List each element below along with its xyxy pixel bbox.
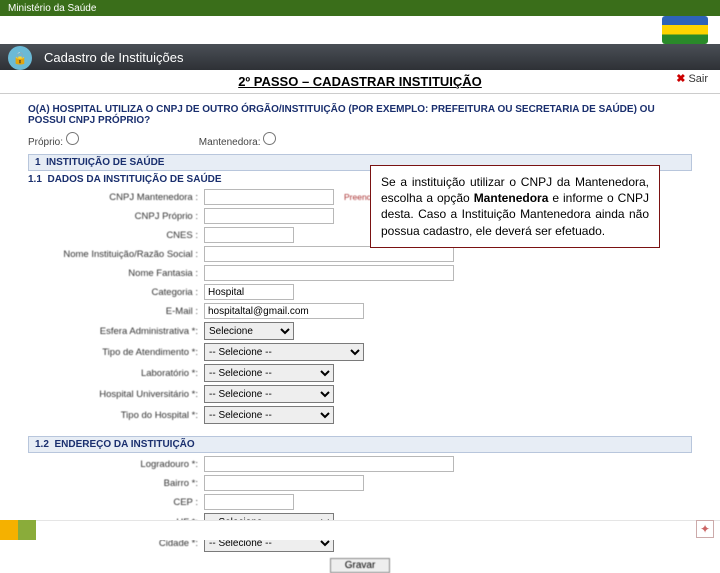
label-laboratorio: Laboratório *: (28, 368, 198, 379)
input-cnpj-mant[interactable] (204, 189, 334, 205)
label-esfera: Esfera Administrativa *: (28, 326, 198, 337)
label-tipo-atend: Tipo de Atendimento *: (28, 347, 198, 358)
save-button[interactable]: Gravar (330, 558, 391, 573)
cnpj-question: O(A) HOSPITAL UTILIZA O CNPJ DE OUTRO ÓR… (28, 104, 692, 126)
label-email: E-Mail : (28, 306, 198, 317)
gov-topbar: Ministério da Saúde (0, 0, 720, 16)
cnpj-radio-row: Próprio: Mantenedora: (28, 132, 692, 148)
input-bairro[interactable] (204, 475, 364, 491)
ministry-label: Ministério da Saúde (8, 3, 96, 14)
label-fantasia: Nome Fantasia : (28, 268, 198, 279)
label-cep: CEP : (28, 497, 198, 508)
label-hosp-univ: Hospital Universitário *: (28, 389, 198, 400)
select-esfera[interactable]: Selecione (204, 322, 294, 340)
label-categoria: Categoria : (28, 287, 198, 298)
input-categoria[interactable] (204, 284, 294, 300)
label-cnpj-prop: CNPJ Próprio : (28, 211, 198, 222)
module-title-bar: 🔒 Cadastro de Instituições (0, 44, 720, 70)
select-tipo-atend[interactable]: -- Selecione -- (204, 343, 364, 361)
nav-corner-icon[interactable]: ✦ (696, 520, 714, 538)
close-icon: ✖ (676, 72, 685, 85)
label-cnpj-mant: CNPJ Mantenedora : (28, 192, 198, 203)
select-laboratorio[interactable]: -- Selecione -- (204, 364, 334, 382)
input-logradouro[interactable] (204, 456, 454, 472)
step-title: 2º PASSO – CADASTRAR INSTITUIÇÃO (238, 74, 482, 89)
radio-mantenedora[interactable]: Mantenedora: (199, 132, 277, 148)
input-cep[interactable] (204, 494, 294, 510)
exit-link[interactable]: ✖ Sair (676, 72, 708, 85)
module-title: Cadastro de Instituições (44, 50, 183, 65)
input-cnes[interactable] (204, 227, 294, 243)
select-tipo-hosp[interactable]: -- Selecione -- (204, 406, 334, 424)
footer-bar: ✦ (0, 520, 720, 540)
label-cnes: CNES : (28, 230, 198, 241)
input-cnpj-prop[interactable] (204, 208, 334, 224)
section-1-2-header: 1.2 ENDEREÇO DA INSTITUIÇÃO (28, 436, 692, 453)
radio-mantenedora-input[interactable] (263, 132, 276, 145)
label-razao: Nome Instituição/Razão Social : (28, 249, 198, 260)
help-tooltip: Se a instituição utilizar o CNPJ da Mant… (370, 165, 660, 248)
label-tipo-hosp: Tipo do Hospital *: (28, 410, 198, 421)
radio-proprio[interactable]: Próprio: (28, 132, 79, 148)
exit-label: Sair (688, 73, 708, 85)
input-razao[interactable] (204, 246, 454, 262)
radio-proprio-input[interactable] (66, 132, 79, 145)
label-logradouro: Logradouro *: (28, 459, 198, 470)
step-title-bar: 2º PASSO – CADASTRAR INSTITUIÇÃO (0, 70, 720, 94)
brasil-logo (654, 16, 716, 44)
label-bairro: Bairro *: (28, 478, 198, 489)
select-hosp-univ[interactable]: -- Selecione -- (204, 385, 334, 403)
padlock-icon: 🔒 (8, 46, 32, 70)
input-email[interactable] (204, 303, 364, 319)
input-fantasia[interactable] (204, 265, 454, 281)
logo-bar (0, 16, 720, 44)
